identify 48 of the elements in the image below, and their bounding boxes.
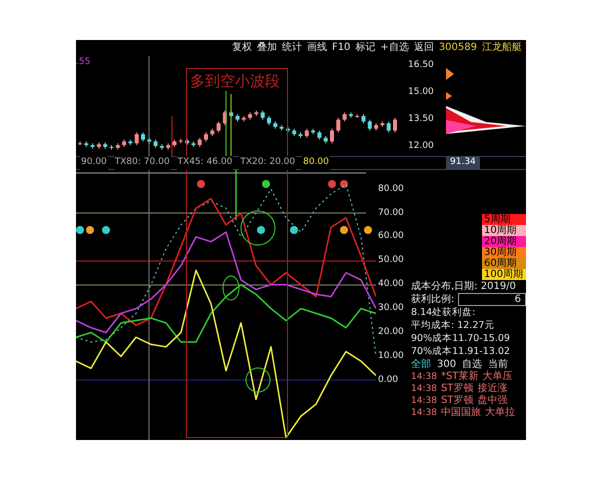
axis-label: 16.50 bbox=[408, 60, 434, 71]
axis-label: 50.00 bbox=[378, 255, 404, 266]
stock-name: 江龙船艇 bbox=[482, 43, 522, 53]
legend-item: 20周期 bbox=[482, 236, 526, 247]
alert-time: 14:38 bbox=[411, 383, 437, 395]
axis-label: 60.00 bbox=[378, 231, 404, 242]
axis-label: 0.00 bbox=[378, 374, 398, 386]
alert-stock: ST罗顿 bbox=[440, 383, 474, 395]
axis-label: 20.00 bbox=[378, 326, 404, 338]
stock-code: 300589 bbox=[438, 43, 477, 53]
alert-event: 大单压 bbox=[482, 371, 512, 382]
indicator-parameter: 90.00 bbox=[80, 156, 108, 170]
alert-event: 大单拉 bbox=[484, 407, 515, 419]
axis-label: 12.00 bbox=[408, 141, 434, 152]
cost-line: 70%成本11.91-13.02 bbox=[411, 345, 511, 358]
indicator-value: 91.34 bbox=[446, 156, 480, 170]
alert-event: 盘中强 bbox=[477, 395, 508, 406]
alert-stock: ST罗顿 bbox=[440, 395, 474, 406]
alert-stock: *ST莱新 bbox=[440, 371, 478, 382]
highlight-title: 多到空小波段 bbox=[190, 71, 280, 92]
axis-label: 15.00 bbox=[408, 86, 434, 98]
corner-value: .55 bbox=[76, 56, 90, 69]
legend-item: 60周期 bbox=[482, 258, 526, 269]
axis-label: 40.00 bbox=[378, 279, 404, 290]
axis-label: 30.00 bbox=[378, 303, 404, 314]
axis-label: 80.00 bbox=[378, 184, 404, 195]
indicator-parameter: TX80: 70.00 bbox=[114, 156, 171, 170]
axis-label: 10.00 bbox=[378, 350, 404, 362]
alert-time: 14:38 bbox=[411, 395, 437, 407]
cost-line: 8.14处获利盘: bbox=[411, 306, 476, 319]
indicator-parameter: TX45: 46.00 bbox=[176, 156, 234, 170]
indicator-parameter: 80.00 bbox=[302, 156, 330, 170]
profit-value: 6 bbox=[458, 293, 526, 306]
axis-label: 13.50 bbox=[408, 114, 434, 126]
profit-label: 获利比例: bbox=[411, 293, 454, 306]
legend-item: 5周期 bbox=[482, 214, 526, 225]
alert-event: 接近涨 bbox=[477, 383, 508, 394]
alert-stock: 中国国旅 bbox=[440, 407, 481, 419]
cost-line: 平均成本: 12.27元 bbox=[411, 319, 496, 332]
axis-label: 70.00 bbox=[378, 208, 404, 218]
alert-time: 14:38 bbox=[411, 371, 437, 383]
legend-item: 100周期 bbox=[482, 269, 526, 280]
cost-line: 90%成本11.70-15.09 bbox=[411, 332, 511, 345]
legend-item: 30周期 bbox=[482, 247, 526, 258]
indicator-parameter: TX20: 20.00 bbox=[239, 156, 296, 170]
alert-time: 14:38 bbox=[411, 407, 437, 419]
cost-title: 成本分布,日期: 2019/0 bbox=[411, 280, 517, 293]
legend-item: 10周期 bbox=[482, 225, 526, 236]
